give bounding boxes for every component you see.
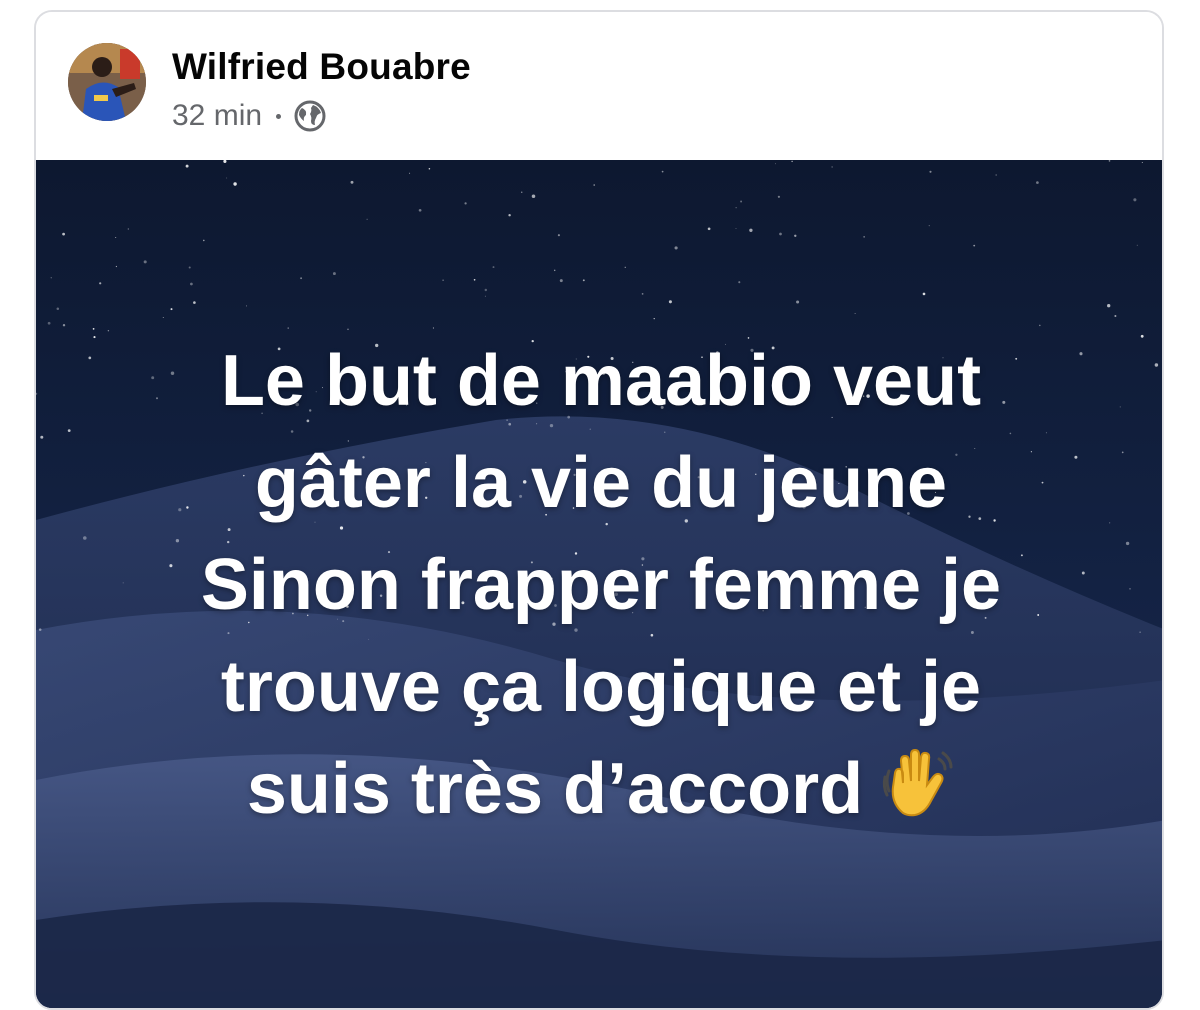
star: [794, 234, 797, 237]
star: [531, 194, 536, 198]
star: [641, 293, 644, 295]
star: [1133, 198, 1137, 202]
star: [653, 317, 655, 320]
star: [162, 316, 164, 319]
star: [99, 282, 102, 285]
star: [170, 308, 173, 311]
star: [185, 164, 189, 168]
star: [366, 218, 368, 220]
star: [521, 191, 523, 193]
star: [300, 277, 303, 280]
separator-dot: [276, 113, 282, 119]
post-timestamp[interactable]: 32 min: [172, 99, 262, 133]
star: [226, 177, 228, 179]
star: [661, 170, 664, 173]
star: [668, 300, 672, 304]
post-text-line: trouve ça logique et je: [220, 647, 982, 727]
star: [624, 266, 626, 268]
star: [188, 266, 191, 269]
star: [831, 166, 833, 168]
star: [409, 172, 411, 174]
star: [115, 265, 118, 268]
star: [56, 307, 60, 310]
star: [929, 170, 932, 173]
star: [854, 313, 856, 315]
star: [484, 288, 488, 292]
star: [740, 200, 743, 203]
post-header: Wilfried Bouabre 32 min: [36, 12, 1162, 160]
star: [777, 195, 781, 198]
star: [508, 213, 511, 217]
star: [193, 301, 196, 304]
waving-hand-icon: [882, 748, 953, 817]
star: [246, 305, 248, 307]
star: [775, 163, 776, 165]
post-meta: 32 min: [172, 96, 327, 136]
star: [1036, 181, 1039, 184]
avatar[interactable]: [68, 43, 146, 121]
star: [557, 234, 560, 237]
author-name[interactable]: Wilfried Bouabre: [172, 46, 471, 88]
post-text-line: Le but de maabio veut: [220, 341, 982, 421]
background-post: Le but de maabio veut gâter la vie du je…: [36, 160, 1162, 1008]
star: [735, 227, 737, 229]
star: [779, 232, 782, 236]
star: [464, 202, 467, 205]
star: [735, 207, 737, 209]
star: [115, 236, 117, 239]
star: [995, 174, 997, 176]
star: [62, 232, 65, 236]
star: [287, 327, 289, 329]
star: [593, 184, 595, 186]
star: [553, 269, 556, 272]
post-text-line: gâter la vie du jeune: [254, 443, 948, 523]
star: [738, 281, 741, 284]
post-text-line-with-emoji: suis très d’accord: [36, 738, 1162, 840]
star: [791, 160, 793, 163]
post-text-line: Sinon frapper femme je: [200, 545, 1002, 625]
star: [350, 180, 354, 184]
star: [143, 260, 147, 264]
star: [674, 246, 678, 250]
star: [428, 168, 431, 170]
star: [922, 292, 926, 296]
star: [707, 227, 711, 231]
star: [1039, 324, 1041, 327]
star: [1141, 161, 1143, 164]
star: [47, 321, 51, 325]
star: [928, 224, 930, 227]
star: [749, 228, 753, 232]
star: [1114, 314, 1117, 318]
star: [332, 272, 336, 276]
star: [418, 208, 422, 212]
star: [62, 323, 66, 327]
globe-icon[interactable]: [293, 99, 327, 133]
star: [863, 236, 865, 238]
star: [1107, 304, 1111, 308]
star: [492, 266, 495, 269]
avatar-image: [68, 43, 146, 121]
post-text: Le but de maabio veut gâter la vie du je…: [36, 330, 1162, 840]
post-text-last: suis très d’accord: [246, 749, 864, 829]
star: [442, 279, 444, 282]
star: [796, 300, 800, 304]
star: [50, 277, 52, 279]
post-card: Wilfried Bouabre 32 min Le but de maabio…: [34, 10, 1164, 1010]
star: [1108, 160, 1111, 162]
star: [233, 182, 237, 186]
star: [432, 327, 434, 329]
star: [582, 279, 585, 282]
star: [1136, 244, 1138, 246]
star: [127, 228, 129, 230]
star: [559, 279, 563, 283]
star: [973, 244, 976, 247]
star: [190, 282, 193, 286]
star: [484, 295, 486, 297]
star: [473, 278, 476, 281]
star: [203, 239, 205, 242]
